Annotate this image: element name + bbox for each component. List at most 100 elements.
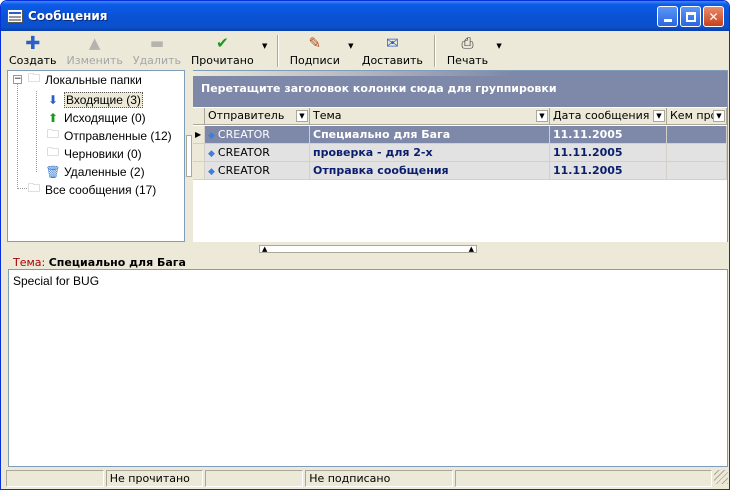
- messages-window: Сообщения ✕ ✚ Создать ▲ Изменить ▬ Удали…: [0, 0, 730, 490]
- tree-collapse-toggle[interactable]: −: [13, 75, 22, 84]
- mark-read-dropdown[interactable]: ▼: [259, 32, 271, 70]
- sender-text: CREATOR: [217, 128, 270, 141]
- create-button[interactable]: ✚ Создать: [4, 32, 62, 70]
- folder-icon: 🗀: [46, 145, 59, 159]
- tree-label: Локальные папки: [45, 72, 142, 87]
- print-button[interactable]: ⎙ Печать: [442, 32, 493, 70]
- grid-header: Отправитель ▼ Тема ▼ Дата сообщения ▼ Ке…: [193, 108, 727, 125]
- minimize-button[interactable]: [657, 6, 678, 27]
- column-header-processed-by[interactable]: Кем про ▼: [667, 108, 727, 124]
- processed-by-cell: [667, 144, 727, 162]
- date-cell: 11.11.2005: [550, 126, 667, 144]
- folder-icon: 🗀: [27, 71, 40, 85]
- edit-button[interactable]: ▲ Изменить: [62, 32, 128, 70]
- toolbar-separator: [433, 35, 436, 67]
- maximize-icon: [685, 11, 696, 22]
- row-indicator-header: [193, 108, 205, 124]
- status-read: Не прочитано: [105, 470, 204, 487]
- mark-read-label: Прочитано: [191, 54, 254, 67]
- status-panel: [6, 470, 104, 487]
- filter-dropdown-icon[interactable]: ▼: [653, 110, 665, 122]
- subject-cell: проверка - для 2-х: [310, 144, 550, 162]
- checkmark-icon: ✔: [216, 34, 229, 52]
- mark-read-button[interactable]: ✔ Прочитано: [186, 32, 259, 70]
- status-bar: Не прочитано Не подписано: [6, 470, 728, 488]
- status-panel: [205, 470, 304, 487]
- folder-icon: 🗀: [27, 181, 40, 195]
- filter-dropdown-icon[interactable]: ▼: [296, 110, 308, 122]
- filter-dropdown-icon[interactable]: ▼: [713, 110, 725, 122]
- dropdown-arrow-icon: ▼: [262, 42, 268, 50]
- tree-item-sent[interactable]: 🗀 Отправленные (12): [45, 127, 172, 144]
- column-header-subject[interactable]: Тема ▼: [310, 108, 550, 124]
- folder-icon: 🗀: [46, 127, 59, 141]
- close-button[interactable]: ✕: [703, 6, 724, 27]
- sender-cell: ◆ CREATOR: [205, 144, 310, 162]
- dropdown-arrow-icon: ▼: [348, 42, 354, 50]
- status-signed: Не подписано: [305, 470, 453, 487]
- tree-item-inbox[interactable]: ⬇ Входящие (3): [45, 91, 143, 108]
- processed-by-cell: [667, 126, 727, 144]
- resize-grip[interactable]: [714, 470, 728, 484]
- maximize-button[interactable]: [680, 6, 701, 27]
- tree-label: Удаленные (2): [64, 164, 145, 179]
- message-icon: ◆: [208, 131, 215, 141]
- column-label: Дата сообщения: [553, 109, 650, 122]
- chevron-up-icon: ▲: [468, 245, 474, 253]
- splitter-grip[interactable]: [186, 135, 192, 177]
- tree-item-all-messages[interactable]: 🗀 Все сообщения (17): [26, 181, 156, 198]
- tree-item-local-folders[interactable]: 🗀 Локальные папки: [26, 71, 142, 88]
- column-label: Кем про: [670, 109, 718, 122]
- create-label: Создать: [9, 54, 57, 67]
- tree-label: Исходящие (0): [64, 110, 146, 125]
- group-by-area[interactable]: Перетащите заголовок колонки сюда для гр…: [193, 71, 727, 107]
- title-bar[interactable]: Сообщения ✕: [1, 1, 729, 31]
- toolbar-separator: [276, 35, 279, 67]
- edit-label: Изменить: [66, 54, 123, 67]
- date-cell: 11.11.2005: [550, 144, 667, 162]
- message-icon: ◆: [208, 167, 215, 177]
- signatures-button[interactable]: ✎ Подписи: [285, 32, 345, 70]
- outbox-icon: ⬆: [47, 110, 59, 125]
- group-hint: Перетащите заголовок колонки сюда для гр…: [201, 82, 557, 95]
- delete-icon: ▬: [149, 34, 165, 52]
- table-row[interactable]: ◆ CREATOR проверка - для 2-х 11.11.2005: [193, 144, 727, 162]
- tree-label: Все сообщения (17): [45, 182, 157, 197]
- row-indicator: [193, 162, 205, 180]
- column-header-date[interactable]: Дата сообщения ▼: [550, 108, 667, 124]
- horizontal-splitter[interactable]: ▲ ▲: [259, 245, 477, 253]
- tree-item-deleted[interactable]: 🗑 Удаленные (2): [45, 163, 145, 180]
- tree-label: Входящие (3): [64, 91, 143, 108]
- edit-icon: ▲: [88, 34, 101, 52]
- processed-by-cell: [667, 162, 727, 180]
- vertical-splitter[interactable]: [185, 70, 193, 242]
- signatures-label: Подписи: [289, 54, 340, 67]
- deliver-button[interactable]: ✉ Доставить: [357, 32, 428, 70]
- tree-line: [36, 91, 37, 172]
- delete-label: Удалить: [132, 54, 181, 67]
- print-dropdown[interactable]: ▼: [493, 32, 505, 70]
- dropdown-arrow-icon: ▼: [496, 42, 502, 50]
- app-icon: [7, 9, 23, 23]
- column-header-sender[interactable]: Отправитель ▼: [205, 108, 310, 124]
- message-body[interactable]: Special for BUG: [8, 269, 728, 467]
- subject-value: Специально для Бага: [48, 256, 186, 269]
- window-title: Сообщения: [28, 9, 108, 23]
- subject-cell: Специально для Бага: [310, 126, 550, 144]
- signatures-dropdown[interactable]: ▼: [345, 32, 357, 70]
- sender-cell: ◆ CREATOR: [205, 162, 310, 180]
- sender-text: CREATOR: [217, 146, 270, 159]
- plus-icon: ✚: [25, 32, 41, 54]
- table-row[interactable]: ◆ CREATOR Отправка сообщения 11.11.2005: [193, 162, 727, 180]
- status-panel: [454, 470, 713, 487]
- message-list: Перетащите заголовок колонки сюда для гр…: [193, 70, 728, 242]
- message-icon: ◆: [208, 149, 215, 159]
- tree-item-outbox[interactable]: ⬆ Исходящие (0): [45, 109, 146, 126]
- chevron-up-icon: ▲: [262, 245, 268, 253]
- table-row[interactable]: ▶ ◆ CREATOR Специально для Бага 11.11.200…: [193, 126, 727, 144]
- delete-button[interactable]: ▬ Удалить: [128, 32, 186, 70]
- toolbar: ✚ Создать ▲ Изменить ▬ Удалить ✔ Прочита…: [4, 32, 726, 70]
- print-label: Печать: [446, 54, 489, 67]
- filter-dropdown-icon[interactable]: ▼: [536, 110, 548, 122]
- tree-item-drafts[interactable]: 🗀 Черновики (0): [45, 145, 142, 162]
